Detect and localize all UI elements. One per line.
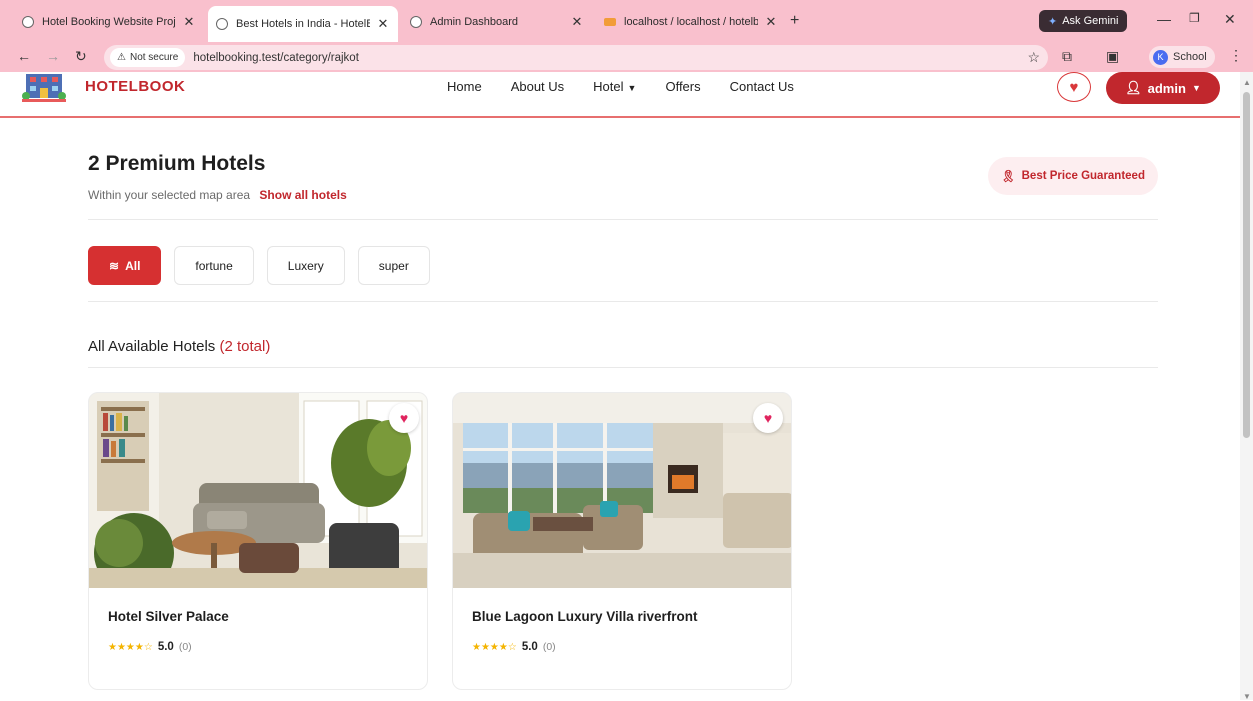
browser-tab-strip: Hotel Booking Website Project ✕ Best Hot… [0, 0, 1253, 42]
browser-tab[interactable]: localhost / localhost / hotelbook ✕ [596, 8, 786, 36]
nav-home[interactable]: Home [447, 79, 482, 94]
warning-icon: ⚠ [117, 52, 126, 63]
hotel-rating: ★★★★☆ 5.0 (0) [472, 641, 556, 653]
award-icon: 🎗︎ [1001, 171, 1016, 183]
subtitle-text: Within your selected map area [88, 188, 251, 202]
hotel-photo[interactable]: ♥ [89, 393, 427, 588]
filter-super-button[interactable]: super [357, 246, 430, 285]
favorite-button[interactable]: ♥ [389, 403, 419, 433]
avatar: K [1153, 49, 1168, 65]
ask-gemini-label: Ask Gemini [1062, 15, 1119, 27]
hotel-card[interactable]: ♥ Hotel Silver Palace ★★★★☆ 5.0 (0) [88, 392, 428, 690]
rating-stars: ★★★★☆ [472, 641, 517, 653]
profile-button[interactable]: K School [1149, 46, 1215, 68]
user-icon: 👤︎ [1125, 80, 1142, 95]
divider [88, 301, 1158, 302]
show-all-hotels-link[interactable]: Show all hotels [259, 188, 346, 202]
page-title: 2 Premium Hotels [88, 152, 266, 175]
wishlist-button[interactable]: ♥ [1057, 72, 1091, 102]
hotel-rating: ★★★★☆ 5.0 (0) [108, 641, 192, 653]
filter-all-label: All [125, 258, 141, 273]
rating-stars: ★★★★☆ [108, 641, 153, 653]
minimize-icon[interactable]: — [1157, 11, 1171, 27]
subtitle: Within your selected map area Show all h… [88, 188, 347, 202]
section-title: All Available Hotels (2 total) [88, 338, 270, 355]
site-header: HOTELBOOK Home About Us Hotel ▼ Offers Co… [0, 72, 1240, 118]
hotel-photo[interactable]: ♥ [453, 393, 791, 588]
scrollbar-thumb[interactable] [1243, 92, 1250, 438]
best-price-badge: 🎗︎ Best Price Guaranteed [988, 157, 1158, 195]
best-price-label: Best Price Guaranteed [1021, 170, 1145, 182]
gemini-icon: ✦ [1048, 15, 1058, 28]
globe-icon [410, 16, 422, 28]
browser-tab-active[interactable]: Best Hotels in India - HotelBook ✕ [208, 6, 398, 42]
not-secure-badge[interactable]: ⚠ Not secure [110, 48, 186, 67]
not-secure-label: Not secure [129, 52, 179, 63]
filter-all-button[interactable]: ≋ All [88, 246, 162, 285]
close-tab-icon[interactable]: ✕ [376, 16, 390, 32]
category-filters: ≋ All fortune Luxery super [88, 246, 443, 285]
page-scrollbar[interactable]: ▲ ▼ [1240, 72, 1253, 701]
admin-menu-button[interactable]: 👤︎ admin ▼ [1106, 72, 1220, 104]
review-count: (0) [178, 641, 192, 653]
rating-score: 5.0 [521, 641, 538, 653]
heart-icon: ♥ [763, 410, 773, 426]
nav-offers[interactable]: Offers [665, 79, 700, 94]
tab-title: Best Hotels in India - HotelBook [236, 18, 370, 30]
scroll-up-icon[interactable]: ▲ [1243, 78, 1251, 87]
filter-luxery-button[interactable]: Luxery [266, 246, 345, 285]
reading-list-icon[interactable]: ▣ [1106, 48, 1119, 65]
close-tab-icon[interactable]: ✕ [570, 14, 584, 30]
caret-down-icon: ▼ [1191, 83, 1201, 93]
hotel-name[interactable]: Hotel Silver Palace [108, 609, 229, 624]
main-nav: Home About Us Hotel ▼ Offers Contact Us [447, 79, 823, 94]
browser-tab[interactable]: Admin Dashboard ✕ [402, 8, 592, 36]
tab-title: Admin Dashboard [430, 16, 519, 28]
close-tab-icon[interactable]: ✕ [182, 14, 196, 30]
browser-menu-icon[interactable]: ⋮ [1229, 47, 1243, 64]
nav-hotel-label: Hotel [593, 79, 624, 94]
globe-icon [216, 18, 228, 30]
section-title-text: All Available Hotels [88, 338, 216, 355]
admin-label: admin [1147, 80, 1186, 96]
browser-tab[interactable]: Hotel Booking Website Project ✕ [14, 8, 204, 36]
bookmark-star-icon[interactable]: ☆ [1027, 49, 1040, 66]
close-tab-icon[interactable]: ✕ [764, 14, 778, 30]
omnibox[interactable]: ⚠ Not secure hotelbooking.test/category/… [104, 45, 1048, 70]
section-count: (2 total) [219, 338, 271, 355]
hotel-card[interactable]: ♥ Blue Lagoon Luxury Villa riverfront ★★… [452, 392, 792, 690]
extensions-icon[interactable]: ⧉ [1062, 48, 1072, 65]
layers-icon: ≋ [109, 258, 120, 273]
globe-icon [22, 16, 34, 28]
site-logo-text[interactable]: HOTELBOOK [85, 78, 185, 95]
favorite-button[interactable]: ♥ [753, 403, 783, 433]
ask-gemini-button[interactable]: ✦ Ask Gemini [1039, 10, 1128, 32]
tab-title: localhost / localhost / hotelbook [624, 16, 758, 28]
heart-icon: ♥ [1069, 78, 1079, 96]
profile-label: School [1173, 51, 1207, 63]
phpmyadmin-icon [604, 18, 616, 26]
url-text[interactable]: hotelbooking.test/category/rajkot [193, 52, 359, 64]
living-room-photo [89, 393, 427, 588]
hotel-name[interactable]: Blue Lagoon Luxury Villa riverfront [472, 609, 698, 624]
nav-contact[interactable]: Contact Us [730, 79, 794, 94]
close-window-icon[interactable]: ✕ [1224, 11, 1236, 28]
review-count: (0) [542, 641, 556, 653]
back-icon[interactable]: ← [17, 48, 31, 64]
tab-title: Hotel Booking Website Project [42, 16, 176, 28]
forward-icon[interactable]: → [46, 48, 60, 64]
restore-icon[interactable]: ❐ [1189, 11, 1200, 25]
filter-fortune-button[interactable]: fortune [174, 246, 254, 285]
divider [88, 219, 1158, 220]
new-tab-icon[interactable]: + [790, 12, 799, 30]
villa-living-room-photo [453, 393, 791, 588]
heart-icon: ♥ [399, 410, 409, 426]
reload-icon[interactable]: ↻ [75, 48, 87, 65]
rating-score: 5.0 [157, 641, 174, 653]
nav-about[interactable]: About Us [511, 79, 564, 94]
hotel-logo-icon[interactable] [22, 74, 66, 104]
divider [88, 367, 1158, 368]
nav-hotel-dropdown[interactable]: Hotel ▼ [593, 79, 636, 94]
caret-down-icon: ▼ [627, 83, 637, 93]
